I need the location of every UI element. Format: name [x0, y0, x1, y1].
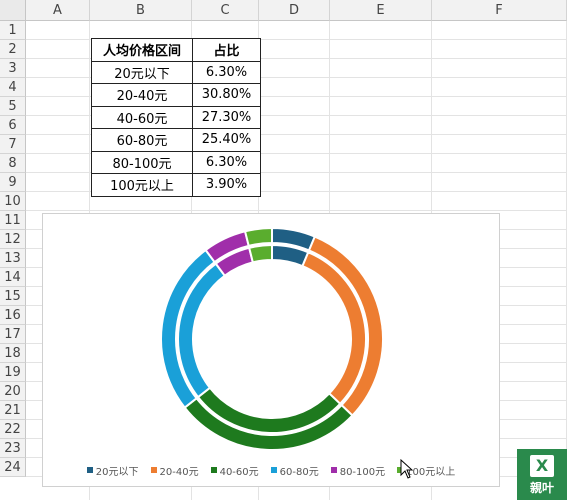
legend-label: 20元以下: [95, 466, 139, 478]
row-header-16[interactable]: 16: [0, 306, 26, 325]
legend-item[interactable]: 20-40元: [150, 463, 199, 478]
row-header-14[interactable]: 14: [0, 268, 26, 287]
row-header-5[interactable]: 5: [0, 97, 26, 116]
column-header-d[interactable]: D: [259, 0, 330, 21]
table-header-cell[interactable]: 占比: [192, 38, 261, 62]
badge-label: 親叶: [529, 481, 554, 495]
row-header-11[interactable]: 11: [0, 211, 26, 230]
legend-swatch: [210, 467, 217, 473]
legend-label: 20-40元: [159, 466, 199, 478]
table-cell[interactable]: 80-100元: [91, 150, 193, 174]
row-header-23[interactable]: 23: [0, 439, 26, 458]
row-header-3[interactable]: 3: [0, 59, 26, 78]
legend-item[interactable]: 20元以下: [86, 463, 139, 478]
table-header-cell[interactable]: 人均价格区间: [91, 38, 193, 62]
doughnut-chart[interactable]: [42, 213, 500, 487]
row-header-19[interactable]: 19: [0, 363, 26, 382]
legend-item[interactable]: 80-100元: [330, 463, 386, 478]
grid-hline: [26, 210, 567, 211]
slice-inner-6[interactable]: [247, 243, 273, 264]
pointer-cursor-icon: [400, 459, 414, 479]
excel-app-badge: X 親叶: [517, 449, 567, 500]
table-cell[interactable]: 6.30%: [192, 60, 261, 84]
row-header-21[interactable]: 21: [0, 401, 26, 420]
legend-item[interactable]: 60-80元: [270, 463, 319, 478]
slice-outer-6[interactable]: [243, 226, 273, 248]
legend-swatch: [150, 467, 157, 473]
table-cell[interactable]: 6.30%: [192, 150, 261, 174]
row-header-8[interactable]: 8: [0, 154, 26, 173]
legend-swatch: [86, 467, 93, 473]
row-header-2[interactable]: 2: [0, 40, 26, 59]
legend-label: 40-60元: [219, 466, 259, 478]
row-header-4[interactable]: 4: [0, 78, 26, 97]
table-cell[interactable]: 20元以下: [91, 60, 193, 84]
row-header-9[interactable]: 9: [0, 173, 26, 192]
table-cell[interactable]: 40-60元: [91, 105, 193, 129]
chart-legend: 20元以下 20-40元 40-60元 60-80元 80-100元 100元以上: [42, 460, 500, 480]
legend-label: 80-100元: [339, 466, 386, 478]
row-header-17[interactable]: 17: [0, 325, 26, 344]
table-cell[interactable]: 20-40元: [91, 83, 193, 107]
row-header-1[interactable]: 1: [0, 21, 26, 40]
excel-icon: X: [530, 455, 554, 477]
row-header-18[interactable]: 18: [0, 344, 26, 363]
row-header-15[interactable]: 15: [0, 287, 26, 306]
column-header-e[interactable]: E: [330, 0, 432, 21]
row-header-10[interactable]: 10: [0, 192, 26, 211]
column-header-c[interactable]: C: [192, 0, 259, 21]
table-cell[interactable]: 30.80%: [192, 83, 261, 107]
table-cell[interactable]: 60-80元: [91, 128, 193, 152]
row-header-24[interactable]: 24: [0, 458, 26, 477]
column-header-a[interactable]: A: [26, 0, 90, 21]
table-cell[interactable]: 100元以上: [91, 173, 193, 197]
column-header-b[interactable]: B: [90, 0, 192, 21]
table-cell[interactable]: 25.40%: [192, 128, 261, 152]
row-header-22[interactable]: 22: [0, 420, 26, 439]
legend-item[interactable]: 40-60元: [210, 463, 259, 478]
table-cell[interactable]: 3.90%: [192, 173, 261, 197]
table-cell[interactable]: 27.30%: [192, 105, 261, 129]
row-header-6[interactable]: 6: [0, 116, 26, 135]
column-header-f[interactable]: F: [432, 0, 567, 21]
row-header-7[interactable]: 7: [0, 135, 26, 154]
row-header-12[interactable]: 12: [0, 230, 26, 249]
row-header-20[interactable]: 20: [0, 382, 26, 401]
legend-swatch: [270, 467, 277, 473]
legend-label: 60-80元: [279, 466, 319, 478]
chart-svg: [160, 226, 384, 451]
row-header-13[interactable]: 13: [0, 249, 26, 268]
legend-swatch: [330, 467, 337, 473]
select-all-corner[interactable]: [0, 0, 26, 21]
